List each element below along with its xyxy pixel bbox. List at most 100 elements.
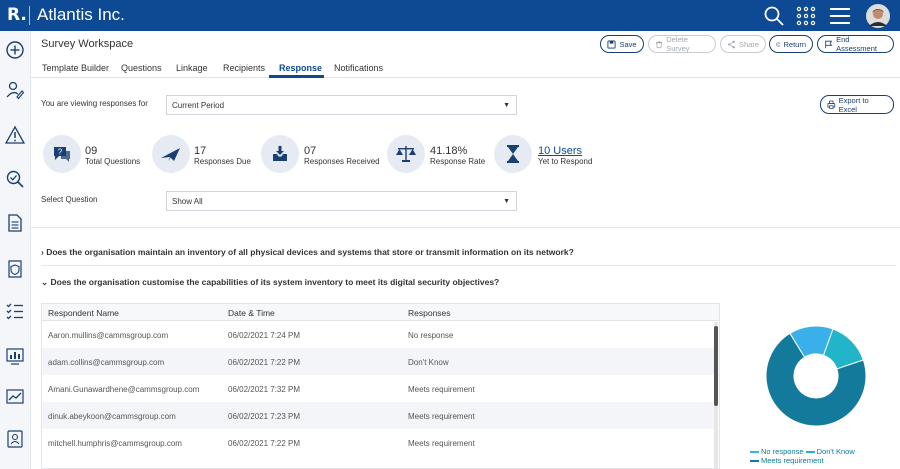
line-chart-icon[interactable]: [5, 387, 25, 407]
legend-item-no-response[interactable]: No response: [750, 447, 804, 456]
select-question-label: Select Question: [41, 195, 98, 204]
response-rate-badge: [387, 135, 425, 173]
question-select[interactable]: Show All ▼: [166, 191, 517, 211]
table-row[interactable]: mitchell.humphris@cammsgroup.com 06/02/2…: [42, 429, 714, 456]
paper-plane-icon: [161, 148, 180, 161]
question-1-text: Does the organisation maintain an invent…: [46, 247, 574, 257]
tab-linkage[interactable]: Linkage: [176, 63, 208, 73]
datetime-cell: 06/02/2021 7:32 PM: [228, 385, 301, 394]
end-assessment-button[interactable]: End Assessment: [817, 35, 894, 53]
question-select-value: Show All: [172, 196, 203, 206]
table-header: Respondent Name Date & Time Responses: [42, 304, 719, 321]
legend-swatch: [750, 451, 759, 454]
yet-to-respond-badge: [494, 135, 532, 173]
share-label: Share: [738, 39, 759, 49]
datetime-cell: 06/02/2021 7:22 PM: [228, 439, 301, 448]
balance-scale-icon: [396, 146, 416, 162]
response-cell: Meets requirement: [408, 439, 475, 448]
table-row[interactable]: Aaron.mullins@cammsgroup.com 06/02/2021 …: [42, 321, 714, 348]
legend-swatch: [750, 460, 759, 463]
datetime-cell: 06/02/2021 7:23 PM: [228, 412, 301, 421]
total-questions-value: 09: [85, 145, 98, 157]
user-edit-icon[interactable]: [5, 80, 25, 100]
tab-recipients[interactable]: Recipients: [223, 63, 265, 73]
export-excel-label: Export to Excel: [838, 95, 869, 114]
dropdown-arrow-icon: ▼: [503, 102, 510, 109]
legend-label: Meets requirement: [761, 456, 824, 465]
chevron-right-icon: ›: [41, 247, 44, 257]
response-cell: Don't Know: [408, 358, 449, 367]
export-excel-button[interactable]: Export to Excel: [820, 95, 894, 114]
app-logo[interactable]: R.: [7, 5, 27, 25]
chat-question-icon: ?: [54, 147, 70, 162]
avatar[interactable]: [866, 4, 890, 28]
viewing-label: You are viewing responses for: [41, 99, 148, 108]
search-icon[interactable]: [762, 4, 786, 28]
active-tab-indicator: [269, 75, 324, 78]
question-accordion-2[interactable]: ⌄ Does the organisation customise the ca…: [41, 277, 499, 288]
column-header-datetime[interactable]: Date & Time: [228, 308, 275, 318]
table-row[interactable]: Amani.Gunawardhene@cammsgroup.com 06/02/…: [42, 375, 714, 402]
tab-response[interactable]: Response: [279, 63, 322, 73]
datetime-cell: 06/02/2021 7:24 PM: [228, 331, 301, 340]
responses-received-value: 07: [304, 145, 317, 157]
save-button[interactable]: Save: [600, 35, 644, 53]
printer-icon: [827, 100, 836, 109]
tab-template-builder[interactable]: Template Builder: [42, 63, 109, 73]
responses-due-badge: [152, 135, 190, 173]
share-button[interactable]: Share: [720, 35, 766, 53]
hamburger-menu-icon[interactable]: [828, 4, 852, 28]
flag-icon: [825, 40, 833, 48]
bar-chart-icon[interactable]: [5, 346, 25, 366]
yet-to-respond-label: Yet to Respond: [538, 157, 593, 166]
column-header-responses[interactable]: Responses: [408, 308, 451, 318]
responses-received-badge: [261, 135, 299, 173]
question-2-text: Does the organisation customise the capa…: [50, 277, 500, 287]
total-questions-badge: ?: [43, 135, 81, 173]
return-button[interactable]: Return: [769, 35, 813, 53]
save-button-label: Save: [619, 39, 637, 49]
search-check-icon[interactable]: [5, 169, 25, 189]
hourglass-icon: [507, 145, 519, 163]
response-cell: Meets requirement: [408, 412, 475, 421]
response-cell: No response: [408, 331, 454, 340]
period-select-value: Current Period: [172, 100, 225, 110]
main-content: Survey Workspace Save Delete Survey Shar…: [31, 31, 900, 469]
respondent-cell: Aaron.mullins@cammsgroup.com: [48, 331, 169, 340]
response-donut-chart: [765, 325, 867, 427]
question-divider: [41, 265, 896, 266]
section-divider: [31, 227, 900, 228]
tab-notifications[interactable]: Notifications: [334, 63, 383, 73]
table-scrollbar-thumb[interactable]: [714, 326, 718, 406]
add-circle-icon[interactable]: [5, 40, 25, 60]
chart-legend-row2: Meets requirement: [750, 456, 824, 465]
app-grid-icon[interactable]: [794, 4, 818, 28]
column-header-respondent[interactable]: Respondent Name: [48, 308, 119, 318]
dropdown-arrow-icon: ▼: [503, 198, 510, 205]
inbox-download-icon: [273, 146, 287, 161]
legend-item-meets-requirement[interactable]: Meets requirement: [750, 456, 824, 465]
delete-survey-button[interactable]: Delete Survey: [648, 35, 716, 53]
respondent-cell: Amani.Gunawardhene@cammsgroup.com: [48, 385, 200, 394]
document-icon[interactable]: [5, 213, 25, 233]
save-icon: [607, 39, 616, 49]
warning-icon[interactable]: [5, 125, 25, 145]
chevron-left-icon: [776, 41, 781, 47]
period-select[interactable]: Current Period ▼: [166, 95, 517, 115]
yet-to-respond-link[interactable]: 10 Users: [538, 145, 582, 157]
question-accordion-1[interactable]: › Does the organisation maintain an inve…: [41, 247, 574, 257]
shield-document-icon[interactable]: [5, 259, 25, 279]
share-icon: [728, 40, 735, 48]
checklist-icon[interactable]: [5, 301, 25, 321]
table-row[interactable]: adam.collins@cammsgroup.com 06/02/2021 7…: [42, 348, 714, 375]
responses-due-value: 17: [194, 145, 207, 157]
tab-questions[interactable]: Questions: [121, 63, 162, 73]
app-title: Atlantis Inc.: [37, 5, 125, 24]
table-row[interactable]: dinuk.abeykoon@cammsgroup.com 06/02/2021…: [42, 402, 714, 429]
svg-text:?: ?: [58, 148, 63, 157]
legend-item-dont-know[interactable]: Don't Know: [805, 447, 855, 456]
response-rate-value: 41.18%: [430, 145, 468, 157]
profile-card-icon[interactable]: [5, 429, 25, 449]
chevron-down-icon: ⌄: [41, 277, 49, 287]
page-title: Survey Workspace: [41, 38, 134, 50]
